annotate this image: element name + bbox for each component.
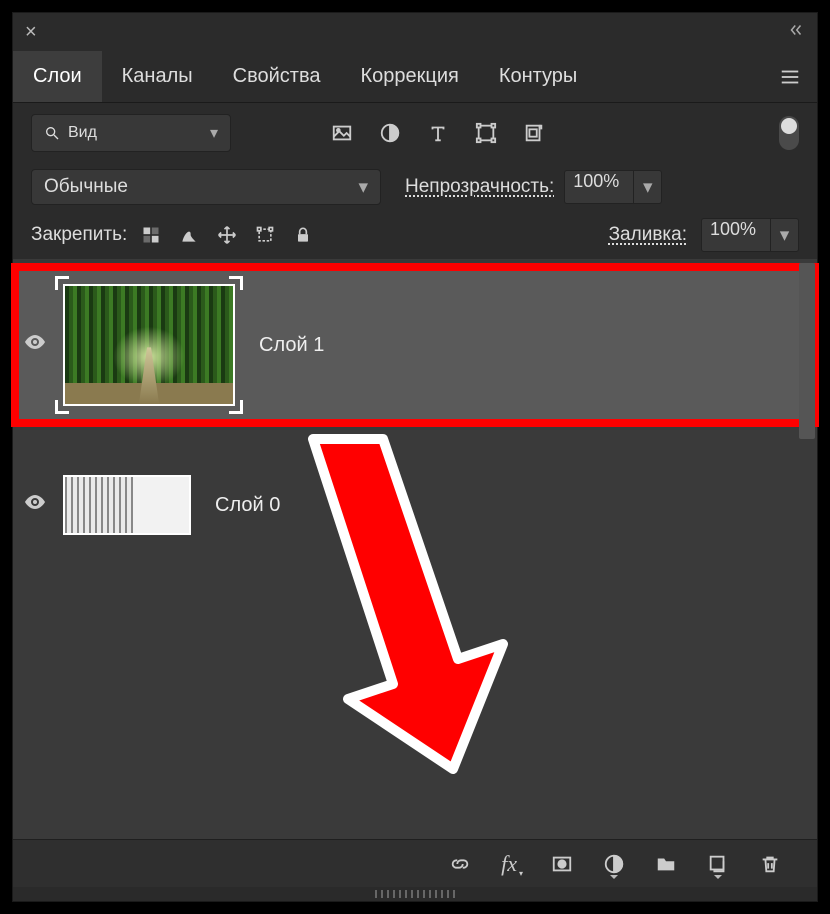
filter-type-label: Вид [68,124,97,142]
layers-bottom-toolbar: fx ▾ [13,839,817,887]
vertical-scrollbar[interactable] [799,263,815,439]
tab-properties[interactable]: Свойства [213,51,341,102]
collapse-icon[interactable] [787,21,805,44]
delete-layer-icon[interactable] [759,853,781,875]
toggle-knob [781,118,797,134]
lock-transparency-icon[interactable] [141,225,161,245]
blend-opacity-bar: Обычные ▾ Непрозрачность: 100% ▾ [13,163,817,211]
adjustment-layer-icon[interactable] [603,853,625,875]
lock-all-icon[interactable] [293,225,313,245]
add-mask-icon[interactable] [551,853,573,875]
horizontal-scroll-grip[interactable] [13,887,817,901]
opacity-label[interactable]: Непрозрачность: [405,176,554,198]
layers-list: Слой 1 Слой 0 [13,259,817,839]
layer-thumbnail[interactable] [63,284,235,406]
layer-filter-bar: Вид ▾ [13,103,817,163]
layer-name[interactable]: Слой 1 [259,334,324,357]
filter-icons [331,122,545,144]
chevron-down-icon: ▾ [358,176,368,199]
layer-name[interactable]: Слой 0 [215,494,280,517]
fill-input[interactable]: 100% [701,218,771,252]
filter-adjustment-icon[interactable] [379,122,401,144]
lock-label: Закрепить: [31,224,127,246]
close-icon[interactable]: × [25,21,37,44]
lock-fill-bar: Закрепить: Заливка: 100% ▾ [13,211,817,259]
lock-position-icon[interactable] [217,225,237,245]
panel-titlebar: × [13,13,817,51]
filter-pixel-icon[interactable] [331,122,353,144]
fill-dropdown-icon[interactable]: ▾ [771,218,799,252]
lock-image-icon[interactable] [179,225,199,245]
filter-type-text-icon[interactable] [427,122,449,144]
opacity-dropdown-icon[interactable]: ▾ [634,170,662,204]
tab-channels[interactable]: Каналы [102,51,213,102]
blend-mode-select[interactable]: Обычные ▾ [31,169,381,205]
new-group-icon[interactable] [655,853,677,875]
filter-shape-icon[interactable] [475,122,497,144]
visibility-icon[interactable] [21,490,49,521]
layer-thumbnail[interactable] [63,475,191,535]
fill-label[interactable]: Заливка: [609,224,687,246]
chevron-down-icon: ▾ [210,123,218,143]
tab-paths[interactable]: Контуры [479,51,597,102]
visibility-icon[interactable] [21,330,49,361]
filter-type-select[interactable]: Вид ▾ [31,114,231,152]
link-layers-icon[interactable] [449,853,471,875]
panel-tabs: Слои Каналы Свойства Коррекция Контуры [13,51,817,103]
lock-icons [141,225,313,245]
layer-row[interactable]: Слой 1 [13,265,817,425]
blend-mode-value: Обычные [44,176,128,198]
filter-smartobject-icon[interactable] [523,122,545,144]
opacity-input[interactable]: 100% [564,170,634,204]
panel-menu-icon[interactable] [763,51,817,102]
new-layer-icon[interactable] [707,853,729,875]
layer-style-icon[interactable]: fx ▾ [501,851,521,877]
tab-adjustments[interactable]: Коррекция [340,51,478,102]
layer-row[interactable]: Слой 0 [13,459,817,551]
tab-layers[interactable]: Слои [13,51,102,102]
lock-artboard-icon[interactable] [255,225,275,245]
layers-panel: × Слои Каналы Свойства Коррекция Контуры… [12,12,818,902]
filter-toggle[interactable] [779,116,799,150]
